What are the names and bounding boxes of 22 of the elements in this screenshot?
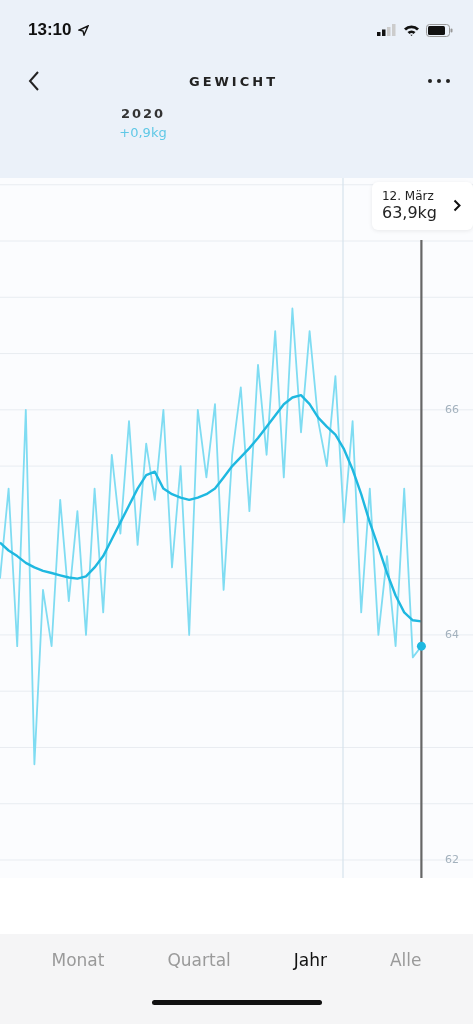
weight-change: +0,9kg	[119, 125, 167, 140]
period-tab[interactable]: Jahr	[287, 946, 333, 974]
back-icon	[28, 71, 40, 91]
period-tab[interactable]: Monat	[45, 946, 111, 974]
axis-tick-label: 62	[444, 852, 460, 868]
axis-tick-label: 66	[444, 401, 460, 418]
period-label: 2020	[120, 106, 166, 121]
wifi-icon	[403, 24, 420, 36]
chevron-right-icon	[453, 199, 461, 212]
battery-icon	[426, 23, 453, 37]
more-icon	[427, 78, 451, 84]
signal-icon	[377, 24, 397, 36]
period-tab[interactable]: Quartal	[161, 946, 237, 974]
tooltip-date: 12. März	[381, 189, 434, 203]
location-icon	[78, 24, 90, 36]
period-tab[interactable]: Alle	[383, 946, 428, 974]
tooltip-card[interactable]: 12. März 63,9kg	[371, 182, 473, 230]
tooltip-value: 63,9kg	[381, 203, 437, 222]
axis-tick-label: 64	[444, 626, 460, 643]
screen-title: GEWICHT	[189, 73, 278, 89]
data-point	[416, 641, 426, 651]
status-time: 13:10	[28, 20, 72, 40]
